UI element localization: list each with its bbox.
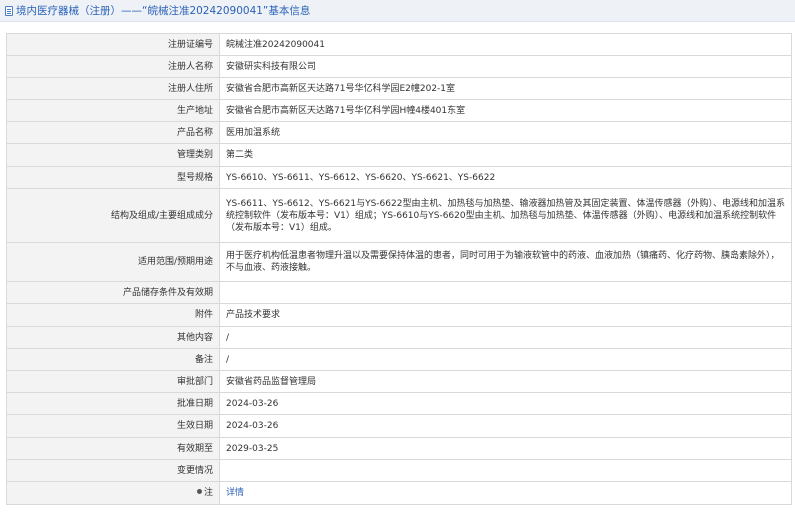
row-label: 其他内容 xyxy=(6,326,220,349)
row-value: 医用加温系统 xyxy=(219,121,792,144)
table-row: 附件 产品技术要求 xyxy=(6,303,792,327)
row-value: 安徽研实科技有限公司 xyxy=(219,55,792,78)
row-label: 生效日期 xyxy=(6,414,220,438)
row-value: / xyxy=(219,326,792,349)
row-label: 审批部门 xyxy=(6,370,220,393)
row-value: 产品技术要求 xyxy=(219,303,792,327)
row-value: 安徽省合肥市高新区天达路71号华亿科学园H幢4楼401东室 xyxy=(219,99,792,122)
table-row: 生产地址 安徽省合肥市高新区天达路71号华亿科学园H幢4楼401东室 xyxy=(6,99,792,122)
table-row: 备注 / xyxy=(6,348,792,371)
row-value: 2029-03-25 xyxy=(219,437,792,460)
row-value: / xyxy=(219,348,792,371)
row-label: 批准日期 xyxy=(6,392,220,415)
row-value: 第二类 xyxy=(219,143,792,167)
registration-detail-table: 注册证编号 皖械注准20242090041 注册人名称 安徽研实科技有限公司 注… xyxy=(6,33,792,505)
row-label: 注册人名称 xyxy=(6,55,220,78)
table-row: 型号规格 YS-6610、YS-6611、YS-6612、YS-6620、YS-… xyxy=(6,166,792,189)
table-row: 生效日期 2024-03-26 xyxy=(6,414,792,438)
row-label: 附件 xyxy=(6,303,220,327)
row-value: 详情 xyxy=(219,481,792,505)
row-label: 结构及组成/主要组成成分 xyxy=(6,188,220,243)
table-row: 产品名称 医用加温系统 xyxy=(6,121,792,144)
table-row: 变更情况 xyxy=(6,459,792,482)
table-row: 管理类别 第二类 xyxy=(6,143,792,167)
row-value: 安徽省药品监督管理局 xyxy=(219,370,792,393)
bullet-icon xyxy=(196,489,202,494)
row-label: 管理类别 xyxy=(6,143,220,167)
details-link[interactable]: 详情 xyxy=(226,488,244,498)
page-title: 境内医疗器械（注册）——“皖械注准20242090041”基本信息 xyxy=(16,5,311,17)
row-label: 生产地址 xyxy=(6,99,220,122)
row-label-note: 注 xyxy=(6,481,220,505)
row-value: 皖械注准20242090041 xyxy=(219,33,792,56)
table-row: 注册证编号 皖械注准20242090041 xyxy=(6,33,792,56)
row-label: 有效期至 xyxy=(6,437,220,460)
table-row: 注册人名称 安徽研实科技有限公司 xyxy=(6,55,792,78)
table-row: 注册人住所 安徽省合肥市高新区天达路71号华亿科学园E2幢202-1室 xyxy=(6,77,792,100)
row-value: 安徽省合肥市高新区天达路71号华亿科学园E2幢202-1室 xyxy=(219,77,792,100)
table-row: 审批部门 安徽省药品监督管理局 xyxy=(6,370,792,393)
row-label: 产品名称 xyxy=(6,121,220,144)
row-label: 备注 xyxy=(6,348,220,371)
table-row: 有效期至 2029-03-25 xyxy=(6,437,792,460)
table-row: 其他内容 / xyxy=(6,326,792,349)
row-value: YS-6611、YS-6612、YS-6621与YS-6622型由主机、加热毯与… xyxy=(219,188,792,243)
row-label: 产品储存条件及有效期 xyxy=(6,281,220,304)
page-header: 境内医疗器械（注册）——“皖械注准20242090041”基本信息 xyxy=(0,0,795,22)
row-label: 适用范围/预期用途 xyxy=(6,242,220,282)
row-label: 注册人住所 xyxy=(6,77,220,100)
table-row: 批准日期 2024-03-26 xyxy=(6,392,792,415)
row-value xyxy=(219,281,792,304)
row-value: 2024-03-26 xyxy=(219,414,792,438)
note-label: 注 xyxy=(203,488,213,498)
row-label: 变更情况 xyxy=(6,459,220,482)
table-row: 结构及组成/主要组成成分 YS-6611、YS-6612、YS-6621与YS-… xyxy=(6,188,792,243)
row-value: 用于医疗机构低温患者物理升温以及需要保持体温的患者，同时可用于为输液软管中的药液… xyxy=(219,242,792,282)
row-value xyxy=(219,459,792,482)
row-value: YS-6610、YS-6611、YS-6612、YS-6620、YS-6621、… xyxy=(219,166,792,189)
row-label: 注册证编号 xyxy=(6,33,220,56)
table-row: 注 详情 xyxy=(6,481,792,505)
row-value: 2024-03-26 xyxy=(219,392,792,415)
table-row: 适用范围/预期用途 用于医疗机构低温患者物理升温以及需要保持体温的患者，同时可用… xyxy=(6,242,792,282)
document-icon xyxy=(5,5,13,16)
row-label: 型号规格 xyxy=(6,166,220,189)
table-row: 产品储存条件及有效期 xyxy=(6,281,792,304)
